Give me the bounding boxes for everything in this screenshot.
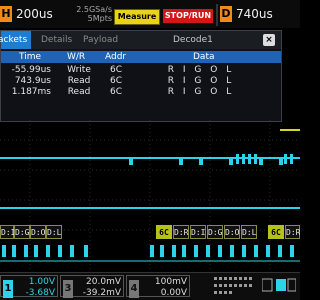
sample-rate: 2.5GSa/s: [76, 5, 112, 14]
cell-data: R I G O L: [167, 87, 235, 97]
waveform-traces: [0, 120, 300, 270]
bus-segment: D:O: [224, 225, 240, 239]
timebase-value[interactable]: 200us: [16, 7, 53, 21]
channel-4-number: 4: [129, 280, 139, 298]
column-header-time: Time: [19, 52, 42, 62]
table-row[interactable]: 1.187ms Read 6C R I G O L: [1, 87, 281, 98]
oscilloscope-screen: H 200us 2.5GSa/s 5Mpts Measure STOP/RUN …: [0, 0, 300, 300]
bus-segment: D:R: [285, 225, 300, 239]
bus-segment: D:R: [173, 225, 189, 239]
cell-wr: Write: [67, 65, 91, 75]
channel-1-box[interactable]: 1 1.00V -3.68V: [0, 275, 58, 298]
bus-segment: D:I: [0, 225, 15, 239]
channel-1-offset: -3.68V: [25, 288, 55, 298]
delay-value[interactable]: 740us: [236, 7, 273, 21]
channel-3-number: 3: [63, 280, 73, 298]
cell-wr: Read: [67, 87, 91, 97]
channel-3-scale: 20.0mV: [86, 277, 121, 287]
bus-segment-address: 6C: [268, 225, 284, 239]
bus-segment: D:L: [46, 225, 62, 239]
tab-details[interactable]: Details: [41, 35, 72, 45]
divider: [216, 4, 218, 26]
bus-segment: D:O: [30, 225, 46, 239]
table-row[interactable]: 743.9us Read 6C R I G O L: [1, 76, 281, 87]
column-header-addr: Addr: [105, 52, 127, 62]
waveform-area[interactable]: [0, 120, 300, 270]
cell-data: R I G O L: [167, 76, 235, 86]
decode-table-window: Packets Details Payload Decode1 × Time W…: [0, 30, 282, 122]
decode-tab-bar: Packets Details Payload Decode1 ×: [0, 31, 281, 49]
bus-segment: D:L: [241, 225, 257, 239]
decode-bus: D:I D:G D:O D:L 6C D:R D:I D:G D:O D:L 6…: [0, 223, 300, 241]
table-header: Time W/R Addr Data: [1, 51, 281, 63]
tab-label: Packets: [0, 35, 28, 45]
decoder-name: Decode1: [173, 35, 213, 45]
memory-depth: 5Mpts: [87, 14, 112, 23]
measure-button[interactable]: Measure: [114, 9, 160, 25]
bus-segment: D:I: [190, 225, 206, 239]
column-header-data: Data: [193, 52, 215, 62]
horizontal-menu-button[interactable]: H: [0, 6, 12, 22]
bus-segment: D:G: [14, 225, 30, 239]
delay-menu-button[interactable]: D: [220, 6, 232, 22]
tab-payload[interactable]: Payload: [83, 35, 118, 45]
channel-4-box[interactable]: 4 100mV 0.00V: [126, 275, 190, 298]
cell-wr: Read: [67, 76, 91, 86]
cell-time: -55.99us: [11, 65, 51, 75]
channel-status-bar: 1 1.00V -3.68V 3 20.0mV -39.2mV 4 100mV …: [0, 272, 300, 300]
column-header-wr: W/R: [67, 52, 86, 62]
tab-packets[interactable]: Packets: [0, 31, 31, 49]
channel-3-box[interactable]: 3 20.0mV -39.2mV: [60, 275, 124, 298]
close-button[interactable]: ×: [263, 34, 275, 46]
cell-addr: 6C: [109, 65, 122, 75]
table-row[interactable]: -55.99us Write 6C R I G O L: [1, 65, 281, 76]
digital-channels-icon[interactable]: [214, 277, 254, 295]
settings-icons[interactable]: [262, 277, 296, 295]
cell-addr: 6C: [109, 87, 122, 97]
channel-1-scale: 1.00V: [28, 277, 55, 287]
stop-run-button[interactable]: STOP/RUN: [163, 9, 213, 23]
bus-segment: D:G: [207, 225, 223, 239]
cell-addr: 6C: [109, 76, 122, 86]
bus-segment-address: 6C: [156, 225, 172, 239]
cell-time: 1.187ms: [11, 87, 51, 97]
cell-time: 743.9us: [14, 76, 51, 86]
cell-data: R I G O L: [167, 65, 235, 75]
top-status-bar: H 200us 2.5GSa/s 5Mpts Measure STOP/RUN …: [0, 0, 300, 28]
channel-4-offset: 0.00V: [160, 288, 187, 298]
channel-1-number: 1: [3, 280, 13, 298]
channel-4-scale: 100mV: [154, 277, 187, 287]
channel-3-offset: -39.2mV: [82, 288, 121, 298]
acquisition-info: 2.5GSa/s 5Mpts: [72, 5, 112, 23]
